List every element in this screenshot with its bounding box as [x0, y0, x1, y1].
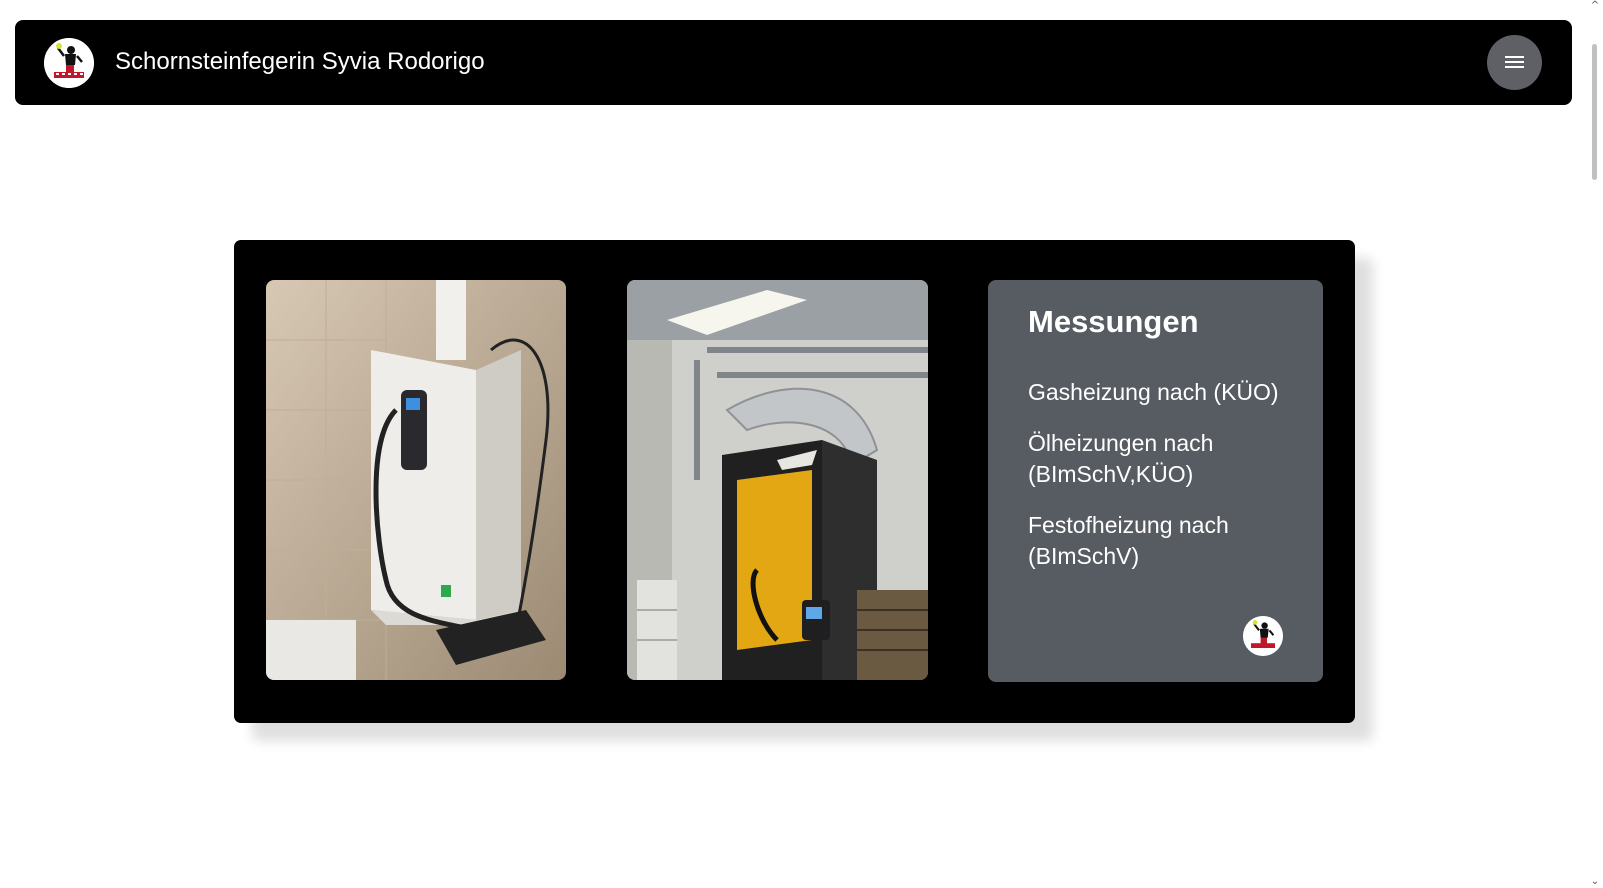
measurements-list: Gasheizung nach (KÜO) Ölheizungen nach (… [1028, 377, 1308, 592]
navbar: Schornsteinfegerin Syvia Rodorigo [15, 20, 1572, 105]
list-item: Gasheizung nach (KÜO) [1028, 379, 1279, 405]
menu-button[interactable] [1487, 35, 1542, 90]
site-title[interactable]: Schornsteinfegerin Syvia Rodorigo [115, 47, 485, 77]
vertical-scrollbar[interactable]: ^ ⌄ [1587, 0, 1603, 888]
chimney-sweep-logo-icon [1243, 616, 1283, 656]
measurements-info-box: Messungen Gasheizung nach (KÜO) Ölheizun… [988, 280, 1323, 682]
list-item: Festofheizung nach (BImSchV) [1028, 512, 1229, 569]
scrollbar-thumb[interactable] [1592, 44, 1597, 180]
brand-logo-icon[interactable] [44, 38, 94, 88]
boiler-photo [266, 280, 566, 680]
list-item: Ölheizungen nach (BImSchV,KÜO) [1028, 430, 1214, 487]
scroll-down-arrow-icon[interactable]: ⌄ [1590, 877, 1600, 887]
measurements-title: Messungen [1028, 304, 1199, 339]
measurement-card: Messungen Gasheizung nach (KÜO) Ölheizun… [234, 240, 1355, 723]
solid-fuel-boiler-photo [627, 280, 928, 680]
scroll-up-arrow-icon[interactable]: ^ [1590, 1, 1600, 11]
